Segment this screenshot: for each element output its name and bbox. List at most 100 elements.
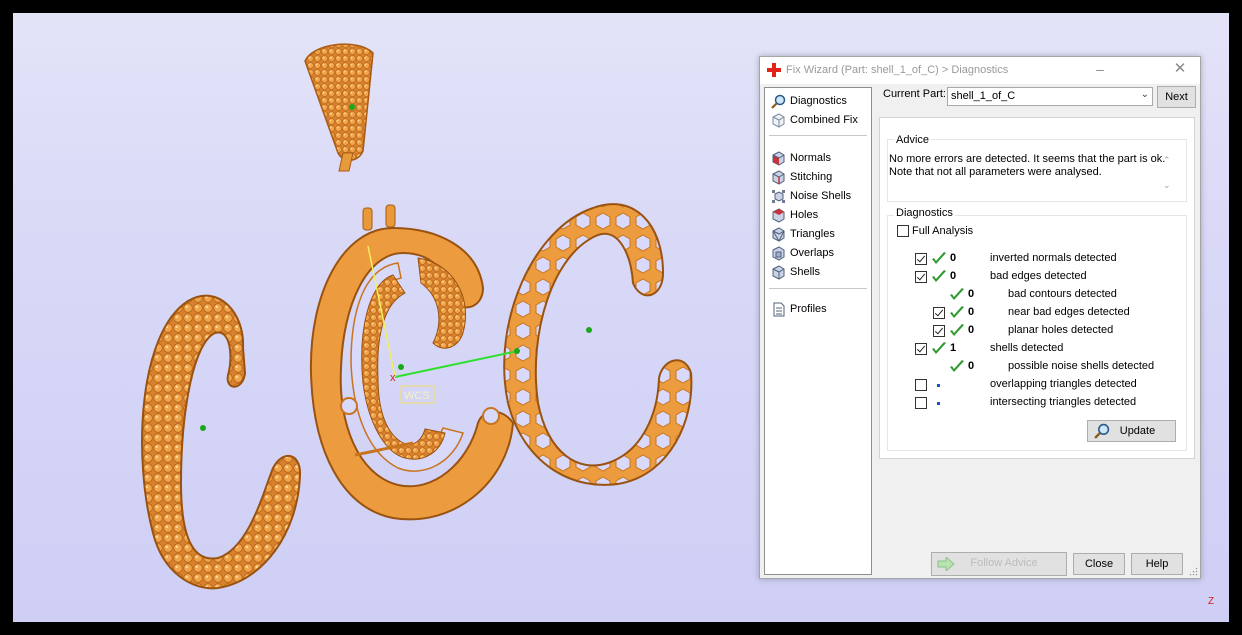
advice-text-box[interactable]: No more errors are detected. It seems th… <box>889 153 1169 199</box>
diagnostic-checkbox[interactable] <box>915 271 927 283</box>
diagnostic-label: bad contours detected <box>1008 288 1117 300</box>
window-title: Fix Wizard (Part: shell_1_of_C) > Diagno… <box>786 64 1009 76</box>
nav-label-triangles: Triangles <box>790 228 835 240</box>
pending-dot-icon <box>937 402 940 405</box>
chevron-down-icon: ⌄ <box>1140 89 1149 100</box>
arrow-right-icon <box>937 557 955 571</box>
magnifier-icon <box>1094 423 1110 439</box>
nav-label-stitching: Stitching <box>790 171 833 183</box>
nav-label-profiles: Profiles <box>790 303 827 315</box>
green-check-icon <box>950 360 964 372</box>
noise-shells-icon <box>772 189 785 203</box>
nav-item-triangles[interactable]: Triangles <box>771 225 835 243</box>
advice-heading: Advice <box>894 134 932 146</box>
nav-item-combined-fix[interactable]: Combined Fix <box>771 111 858 129</box>
nav-label-shells: Shells <box>790 266 820 278</box>
diagnostic-checkbox[interactable] <box>915 343 927 355</box>
document-icon <box>773 302 785 316</box>
nav-label-normals: Normals <box>790 152 831 164</box>
current-part-label: Current Part: <box>883 88 946 100</box>
follow-advice-button[interactable]: Follow Advice <box>931 552 1067 576</box>
green-check-icon <box>932 270 946 282</box>
nav-item-holes[interactable]: Holes <box>771 206 818 224</box>
nav-item-stitching[interactable]: Stitching <box>771 168 832 186</box>
diagnostic-count: 0 <box>950 270 957 282</box>
shells-cube-icon <box>772 264 785 280</box>
diagnostic-label: inverted normals detected <box>990 252 1117 264</box>
diagnostic-count: 1 <box>950 342 957 354</box>
nav-item-normals[interactable]: Normals <box>771 149 831 167</box>
scroll-up-icon[interactable]: ⌃ <box>1163 155 1171 166</box>
diagnostics-heading: Diagnostics <box>894 207 955 219</box>
diagnostic-checkbox[interactable] <box>915 379 927 391</box>
nav-label-diagnostics: Diagnostics <box>790 95 847 107</box>
scroll-down-icon[interactable]: ⌄ <box>1163 180 1171 191</box>
diagnostic-count: 0 <box>950 252 957 264</box>
nav-label-overlaps: Overlaps <box>790 247 835 259</box>
bail-model[interactable] <box>304 43 374 172</box>
nav-item-overlaps[interactable]: Overlaps <box>771 244 834 262</box>
diagnostic-checkbox[interactable] <box>915 253 927 265</box>
minimize-button[interactable]: – <box>1090 61 1110 79</box>
diagnostic-count: 0 <box>968 360 975 372</box>
nav-item-shells[interactable]: Shells <box>771 263 820 281</box>
fix-wizard-dialog[interactable]: Fix Wizard (Part: shell_1_of_C) > Diagno… <box>759 56 1201 579</box>
diagnostic-label: planar holes detected <box>1008 324 1114 336</box>
cube-outline-icon <box>772 112 785 128</box>
nav-item-profiles[interactable]: Profiles <box>771 300 827 318</box>
triangles-cube-icon <box>772 226 785 242</box>
nav-separator <box>769 135 867 136</box>
nav-item-noise-shells[interactable]: Noise Shells <box>771 187 851 205</box>
advice-line-1: No more errors are detected. It seems th… <box>889 153 1166 165</box>
red-cross-app-icon <box>767 63 781 77</box>
current-part-value: shell_1_of_C <box>951 90 1016 102</box>
diagnostic-checkbox[interactable] <box>933 325 945 337</box>
diagnostic-count: 0 <box>968 306 975 318</box>
holes-cube-icon <box>772 207 785 223</box>
diagnostic-label: shells detected <box>990 342 1064 354</box>
diagnostic-label: bad edges detected <box>990 270 1087 282</box>
diagnostic-label: possible noise shells detected <box>1008 360 1155 372</box>
nav-label-holes: Holes <box>790 209 819 221</box>
help-button[interactable]: Help <box>1131 553 1183 575</box>
full-analysis-row[interactable]: Full Analysis <box>897 224 973 238</box>
next-button[interactable]: Next <box>1157 86 1196 108</box>
nav-label-noise-shells: Noise Shells <box>790 190 852 202</box>
diagnostic-checkbox[interactable] <box>933 307 945 319</box>
left-c-center-marker <box>200 425 206 431</box>
title-bar[interactable]: Fix Wizard (Part: shell_1_of_C) > Diagno… <box>760 57 1200 84</box>
advice-line-2: Note that not all parameters were analys… <box>889 166 1102 178</box>
magnifier-icon <box>771 94 786 109</box>
z-axis-label: Z <box>1208 596 1215 607</box>
diagnostic-count: 0 <box>968 324 975 336</box>
overlaps-cube-icon <box>772 245 785 261</box>
fix-wizard-nav: Diagnostics Combined Fix Normals Stitchi… <box>764 87 872 575</box>
green-check-icon <box>932 342 946 354</box>
nav-separator <box>769 288 867 289</box>
follow-advice-label: Follow Advice <box>970 557 1038 569</box>
wcs-label: WCS <box>404 390 430 402</box>
diagnostic-checkbox[interactable] <box>915 397 927 409</box>
resize-grip-icon[interactable] <box>1189 567 1198 576</box>
close-button[interactable]: Close <box>1073 553 1125 575</box>
diagnostic-label: overlapping triangles detected <box>990 378 1137 390</box>
stitching-cube-icon <box>772 169 785 185</box>
pending-dot-icon <box>937 384 940 387</box>
full-analysis-checkbox[interactable] <box>897 225 909 237</box>
nav-label-combined-fix: Combined Fix <box>790 114 858 126</box>
diagnostic-count: 0 <box>968 288 975 300</box>
center-c-letter-model[interactable] <box>309 204 515 521</box>
green-check-icon <box>950 288 964 300</box>
green-check-icon <box>932 252 946 264</box>
right-c-letter-model[interactable] <box>503 203 693 486</box>
svg-text:x: x <box>390 372 396 384</box>
right-c-center-marker <box>586 327 592 333</box>
close-window-button[interactable]: ✕ <box>1170 61 1190 79</box>
current-part-select[interactable]: shell_1_of_C ⌄ <box>947 87 1153 106</box>
bail-center-marker <box>349 104 355 110</box>
diagnostic-label: intersecting triangles detected <box>990 396 1137 408</box>
update-button[interactable]: Update <box>1087 420 1176 442</box>
left-c-letter-model[interactable] <box>141 294 302 590</box>
nav-item-diagnostics[interactable]: Diagnostics <box>771 92 847 110</box>
green-check-icon <box>950 324 964 336</box>
